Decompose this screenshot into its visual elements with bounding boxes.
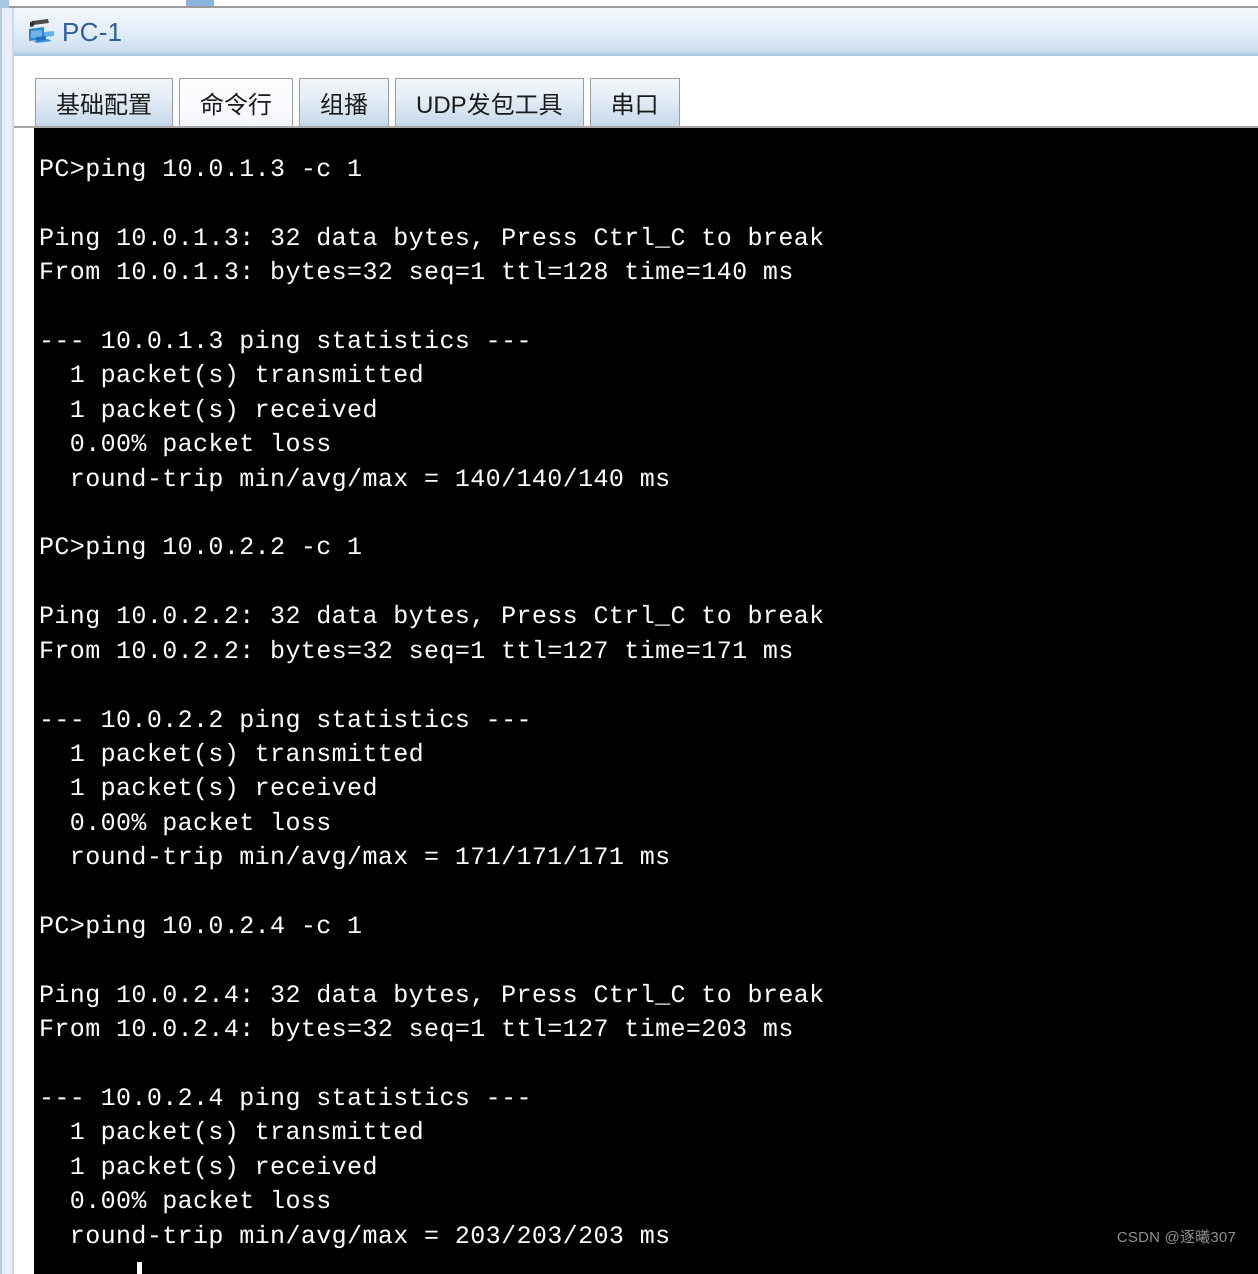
tab-command-line-label: 命令行 <box>200 92 272 119</box>
terminal-cursor <box>137 1262 142 1274</box>
watermark-text: CSDN @逐曦307 <box>1116 1229 1236 1246</box>
tab-serial-port[interactable]: 串口 <box>589 78 680 126</box>
pc-terminal-window: PC-1 基础配置 命令行 组播 UDP发包工具 串口 PC>ping 10.0… <box>0 0 1258 1274</box>
tab-serial-port-label: 串口 <box>610 92 659 119</box>
tab-list: 基础配置 命令行 组播 UDP发包工具 串口 <box>35 76 686 126</box>
window-title: PC-1 <box>62 17 123 47</box>
terminal-console[interactable]: PC>ping 10.0.1.3 -c 1 Ping 10.0.1.3: 32 … <box>34 128 1258 1274</box>
tab-multicast-label: 组播 <box>320 92 368 119</box>
terminal-output: PC>ping 10.0.1.3 -c 1 Ping 10.0.1.3: 32 … <box>39 155 825 1251</box>
window-title-bar[interactable]: PC-1 <box>14 8 1258 56</box>
window-client-area: 基础配置 命令行 组播 UDP发包工具 串口 PC>ping 10.0.1.3 … <box>14 56 1258 1274</box>
tab-udp-tool-label: UDP发包工具 <box>416 92 563 119</box>
pc-device-icon <box>24 15 58 49</box>
tab-udp-tool[interactable]: UDP发包工具 <box>395 78 584 126</box>
tab-basic-config[interactable]: 基础配置 <box>35 78 173 126</box>
tab-basic-config-label: 基础配置 <box>56 92 152 119</box>
tab-command-line[interactable]: 命令行 <box>179 78 293 126</box>
tab-strip: 基础配置 命令行 组播 UDP发包工具 串口 <box>14 56 1258 128</box>
window-left-edge <box>0 8 2 1274</box>
tab-multicast[interactable]: 组播 <box>299 78 389 126</box>
